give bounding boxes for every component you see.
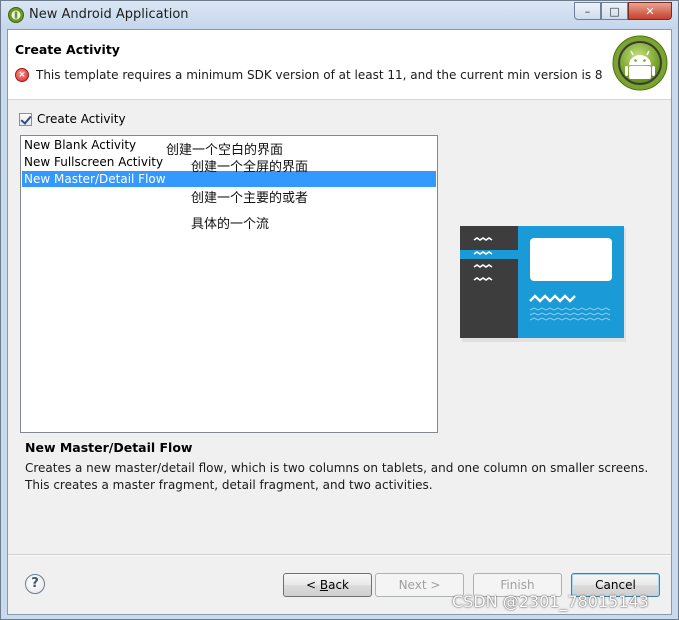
next-button[interactable]: Next > — [375, 573, 464, 597]
back-mnemonic: B — [319, 578, 329, 592]
back-button[interactable]: < Back — [283, 573, 372, 597]
wizard-header: Create Activity × This template requires… — [8, 30, 671, 100]
help-icon[interactable]: ? — [25, 574, 45, 594]
description-text: Creates a new master/detail flow, which … — [25, 461, 649, 492]
error-message: This template requires a minimum SDK ver… — [36, 68, 603, 82]
create-activity-checkbox-row[interactable]: Create Activity — [19, 112, 126, 126]
create-activity-checkbox[interactable] — [19, 112, 32, 126]
description-title: New Master/Detail Flow — [25, 440, 193, 455]
annotation-text: 具体的一个流 — [191, 217, 270, 232]
window-title: New Android Application — [29, 7, 189, 22]
android-app-icon — [8, 7, 24, 23]
maximize-button[interactable]: □ — [601, 2, 628, 20]
back-prefix: < — [305, 578, 320, 592]
footer-divider-highlight — [8, 555, 671, 556]
watermark-text: CSDN @2301_78015143 — [452, 592, 649, 611]
annotation-text: 创建一个主要的或者 — [191, 191, 309, 206]
dialog-window: New Android Application – □ ✕ Create Act… — [0, 0, 679, 620]
android-logo-icon — [612, 35, 668, 91]
title-bar[interactable]: New Android Application – □ ✕ — [1, 1, 678, 29]
window-controls: – □ ✕ — [574, 2, 672, 21]
close-button[interactable]: ✕ — [628, 2, 672, 20]
minimize-icon: – — [584, 4, 591, 18]
close-icon: ✕ — [645, 4, 655, 18]
create-activity-label: Create Activity — [37, 112, 126, 126]
minimize-button[interactable]: – — [574, 2, 601, 20]
dialog-body: Create Activity × This template requires… — [7, 29, 672, 615]
maximize-icon: □ — [609, 4, 620, 18]
page-title: Create Activity — [15, 42, 120, 57]
annotation-text: 创建一个全屏的界面 — [191, 160, 309, 175]
back-label: ack — [328, 578, 349, 592]
template-list[interactable]: New Blank Activity New Fullscreen Activi… — [20, 135, 438, 433]
template-preview-image — [460, 226, 626, 342]
error-icon: × — [15, 68, 29, 82]
